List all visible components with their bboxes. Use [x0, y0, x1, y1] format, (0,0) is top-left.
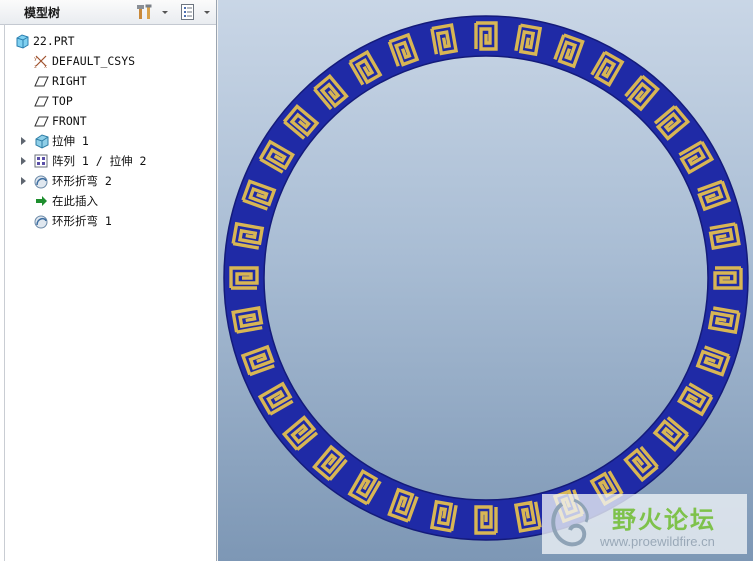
tree-settings-dropdown[interactable]: [203, 3, 211, 21]
model-tree-panel: 模型树 22.PRT y x z DEFAULT_CSYS RIGHT TOP FRONT: [0, 0, 217, 561]
tree-item[interactable]: 环形折弯 1: [0, 211, 216, 231]
tree-item-label: 在此插入: [52, 194, 98, 208]
tools-button[interactable]: [136, 3, 154, 21]
coordinate-system-icon: y x z: [34, 55, 47, 69]
tree-item-label: 环形折弯 1: [52, 214, 112, 228]
tree-item[interactable]: 22.PRT: [0, 31, 216, 51]
tools-icon: [137, 4, 152, 19]
tree-item[interactable]: 拉伸 1: [0, 131, 216, 151]
pattern-icon: [34, 154, 48, 168]
model-tree: 22.PRT y x z DEFAULT_CSYS RIGHT TOP FRONT 拉伸 1 阵列…: [0, 31, 216, 231]
svg-text:z: z: [34, 64, 37, 69]
logo-icon: [551, 498, 589, 547]
tree-item[interactable]: TOP: [0, 91, 216, 111]
tree-columns-icon: [181, 4, 194, 20]
tree-item-label: DEFAULT_CSYS: [52, 54, 136, 68]
tree-item-label: 阵列 1 / 拉伸 2: [52, 154, 147, 168]
watermark: 野火论坛 www.proewildfire.cn: [542, 494, 747, 554]
watermark-title: 野火论坛: [612, 506, 716, 534]
datum-plane-icon: [34, 96, 49, 107]
dropdown-arrow-icon: [162, 11, 168, 14]
tree-item[interactable]: RIGHT: [0, 71, 216, 91]
ring-inner-edge: [263, 55, 709, 501]
tree-item-label: 22.PRT: [33, 34, 75, 48]
expand-arrow-icon[interactable]: [19, 136, 29, 146]
extrude-icon: [35, 134, 49, 149]
datum-plane-icon: [34, 116, 49, 127]
ring-band: [224, 16, 748, 540]
tree-item[interactable]: y x z DEFAULT_CSYS: [0, 51, 216, 71]
tree-item-label: 拉伸 1: [52, 134, 89, 148]
part-icon: [16, 34, 29, 49]
tree-item-label: FRONT: [52, 114, 87, 128]
toroidal-bend-icon: [34, 215, 48, 229]
greek-key-ring: [223, 15, 749, 541]
toroidal-bend-icon: [34, 175, 48, 189]
tree-item-label: TOP: [52, 94, 73, 108]
svg-text:x: x: [44, 64, 47, 69]
model-tree-title: 模型树: [24, 5, 61, 20]
tools-dropdown[interactable]: [161, 3, 169, 21]
svg-text:y: y: [34, 56, 37, 62]
tree-item-label: RIGHT: [52, 74, 87, 88]
tree-item[interactable]: 阵列 1 / 拉伸 2: [0, 151, 216, 171]
tree-settings-button[interactable]: [179, 3, 197, 21]
model-tree-header: 模型树: [0, 0, 216, 25]
watermark-url: www.proewildfire.cn: [600, 534, 715, 549]
insert-here-arrow-icon: [36, 196, 47, 206]
datum-plane-icon: [34, 76, 49, 87]
expand-arrow-icon[interactable]: [19, 176, 29, 186]
tree-item[interactable]: FRONT: [0, 111, 216, 131]
tree-item-label: 环形折弯 2: [52, 174, 112, 188]
dropdown-arrow-icon: [204, 11, 210, 14]
tree-item[interactable]: 环形折弯 2: [0, 171, 216, 191]
graphics-viewport[interactable]: [218, 0, 753, 561]
tree-item[interactable]: 在此插入: [0, 191, 216, 211]
expand-arrow-icon[interactable]: [19, 156, 29, 166]
